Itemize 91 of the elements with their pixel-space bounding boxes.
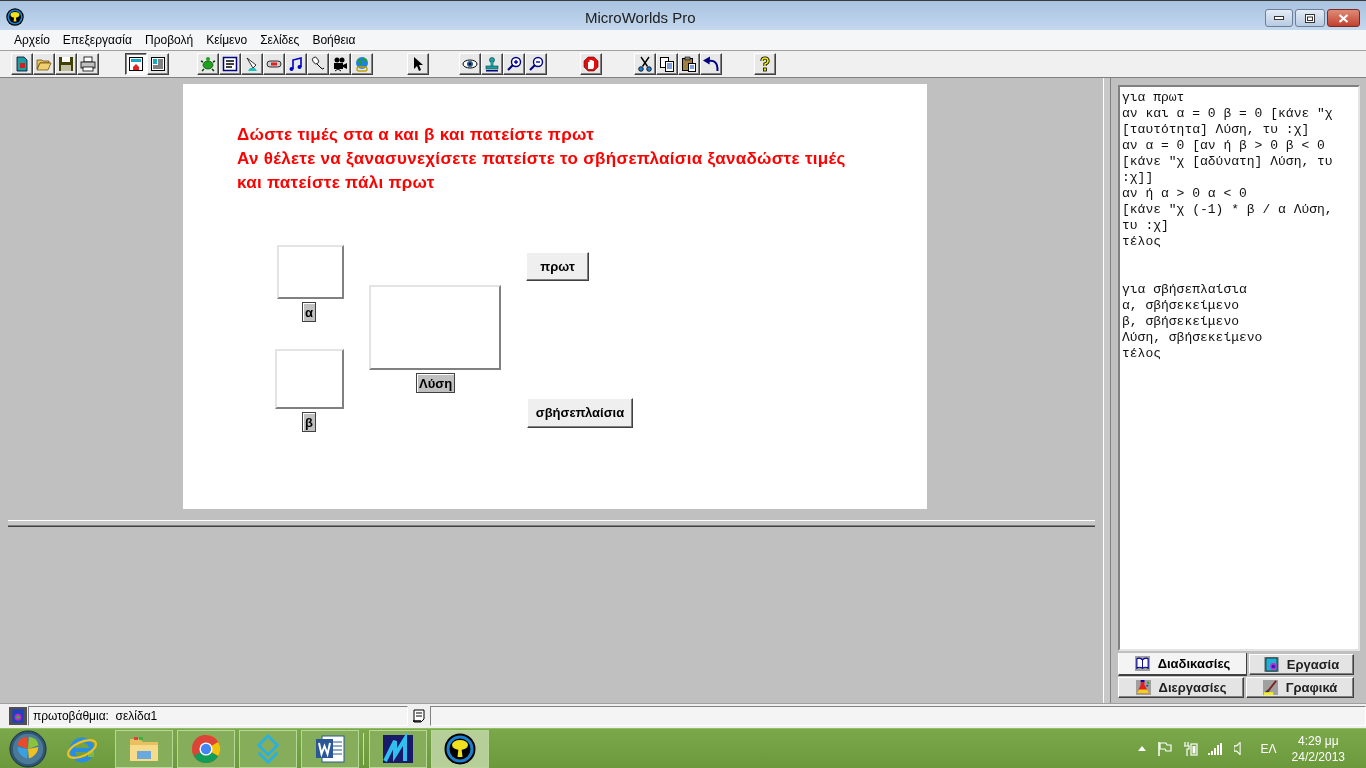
circle-logo-icon bbox=[191, 733, 221, 764]
paste-icon bbox=[681, 56, 697, 72]
menu-item[interactable]: Αρχείο bbox=[14, 31, 50, 49]
tree-logo-icon bbox=[6, 7, 24, 26]
speaker-icon bbox=[1233, 742, 1241, 755]
page-button[interactable]: πρωτ bbox=[526, 252, 589, 281]
lamp-icon bbox=[244, 56, 260, 72]
orb-icon bbox=[9, 729, 47, 768]
page-lines-icon bbox=[150, 56, 166, 72]
close-button[interactable] bbox=[1327, 9, 1360, 27]
menu-item[interactable]: Κείμενο bbox=[206, 31, 248, 49]
menu-item[interactable]: Επεξεργασία bbox=[62, 31, 132, 49]
code-line: α, σβήσεκείμενο bbox=[1122, 298, 1240, 314]
book-icon bbox=[1134, 656, 1150, 671]
document-icon bbox=[14, 56, 30, 72]
maximize-button[interactable] bbox=[1295, 9, 1325, 27]
code-line: αν ή α > 0 α < 0 bbox=[1122, 186, 1247, 202]
scroll-icon bbox=[411, 708, 427, 724]
flask-icon bbox=[1135, 680, 1151, 695]
code-line: β, σβήσεκείμενο bbox=[1122, 314, 1240, 330]
text-box-field[interactable] bbox=[369, 285, 501, 370]
code-line: τέλος bbox=[1122, 346, 1161, 362]
code-line: [κάνε "χ [αδύνατη] Λύση, τυ bbox=[1122, 154, 1333, 170]
music-note-icon bbox=[288, 56, 304, 72]
code-line: Λύση, σβήσεκείμενο bbox=[1122, 330, 1263, 346]
panel-tab[interactable]: Γραφικά bbox=[1246, 677, 1354, 698]
w-document-icon bbox=[314, 732, 346, 765]
procedures-editor[interactable] bbox=[1118, 85, 1360, 651]
instruction-text: και πατείστε πάλι πρωτ bbox=[237, 172, 435, 194]
code-line: αν και α = 0 β = 0 [κάνε "χ bbox=[1122, 106, 1333, 122]
code-line: τυ :χ] bbox=[1122, 218, 1169, 234]
text-box-field[interactable] bbox=[277, 245, 344, 299]
minimize-icon bbox=[1274, 16, 1284, 20]
eye-icon bbox=[462, 56, 478, 72]
paintbrush-icon bbox=[1262, 680, 1278, 695]
start-button[interactable] bbox=[8, 728, 48, 768]
globe-icon bbox=[354, 56, 370, 72]
code-line: [κάνε "χ (-1) * β / α Λύση, bbox=[1122, 202, 1333, 218]
clock-time: 4:29 μμ bbox=[1298, 732, 1339, 749]
text-box-name-label: β bbox=[302, 412, 316, 432]
undo-icon bbox=[703, 56, 719, 72]
battery-icon bbox=[1183, 741, 1198, 756]
notebook-icon bbox=[1263, 657, 1279, 672]
m-logo-icon bbox=[382, 732, 414, 765]
minimize-button[interactable] bbox=[1265, 9, 1293, 27]
tree-logo-icon bbox=[444, 732, 476, 765]
status-page-text: πρωτοβάθμια: σελίδα1 bbox=[33, 708, 158, 725]
menu-item[interactable]: Προβολή bbox=[144, 31, 194, 49]
code-line: :χ]] bbox=[1122, 170, 1154, 186]
window-title: MicroWorlds Pro bbox=[585, 8, 696, 28]
text-box-field[interactable] bbox=[275, 349, 344, 409]
instruction-text: Αν θέλετε να ξανασυνεχίσετε πατείστε το σβήσεπλαίσια ξαναδώστε τιμές bbox=[237, 148, 846, 170]
up-arrow-icon bbox=[1137, 746, 1146, 751]
restore-icon bbox=[1305, 13, 1315, 23]
taskbar-button[interactable] bbox=[369, 729, 427, 768]
menu-item[interactable]: Σελίδες bbox=[260, 31, 300, 49]
stamp-icon bbox=[484, 56, 500, 72]
text-box-name-label: α bbox=[302, 302, 316, 322]
code-line: για πρωτ bbox=[1122, 90, 1185, 106]
code-line: [ταυτότητα] Λύση, τυ :χ] bbox=[1122, 122, 1310, 138]
code-line: αν α = 0 [αν ή β > 0 β < 0 bbox=[1122, 138, 1325, 154]
panel-tab[interactable]: Διεργασίες bbox=[1118, 677, 1244, 698]
movie-camera-icon bbox=[332, 56, 348, 72]
help-icon bbox=[757, 56, 773, 72]
instruction-text: Δώστε τιμές στα α και β και πατείστε πρωτ bbox=[237, 124, 595, 146]
clock-date: 24/2/2013 bbox=[1291, 748, 1345, 765]
code-line: τέλος bbox=[1122, 234, 1161, 250]
zoom-out-icon bbox=[528, 56, 544, 72]
panel-tab[interactable]: Διαδικασίες bbox=[1118, 653, 1247, 676]
scissors-icon bbox=[637, 56, 653, 72]
taskbar-button[interactable] bbox=[301, 729, 359, 768]
page-button[interactable]: σβήσεπλαίσια bbox=[527, 398, 633, 428]
open-folder-icon bbox=[36, 56, 52, 72]
close-icon bbox=[1338, 13, 1349, 23]
text-box-name-label: Λύση bbox=[416, 373, 456, 393]
turtle-icon bbox=[200, 56, 216, 72]
page-icon bbox=[128, 56, 144, 72]
code-line: για σβήσεπλαίσια bbox=[1122, 282, 1247, 298]
signal-bars-icon bbox=[1207, 742, 1222, 755]
toolbar-button[interactable] bbox=[125, 53, 147, 75]
microphone-icon bbox=[310, 56, 326, 72]
menu-item[interactable]: Βοήθεια bbox=[312, 31, 356, 49]
panel-tab[interactable]: Εργασία bbox=[1249, 654, 1354, 675]
page-thumbnail-icon bbox=[9, 707, 27, 725]
flag-icon bbox=[1157, 741, 1172, 756]
copy-icon bbox=[659, 56, 675, 72]
taskbar-button[interactable] bbox=[431, 729, 489, 768]
stop-sign-icon bbox=[583, 56, 599, 72]
printer-icon bbox=[80, 56, 96, 72]
zoom-in-icon bbox=[506, 56, 522, 72]
text-box-icon bbox=[222, 56, 238, 72]
